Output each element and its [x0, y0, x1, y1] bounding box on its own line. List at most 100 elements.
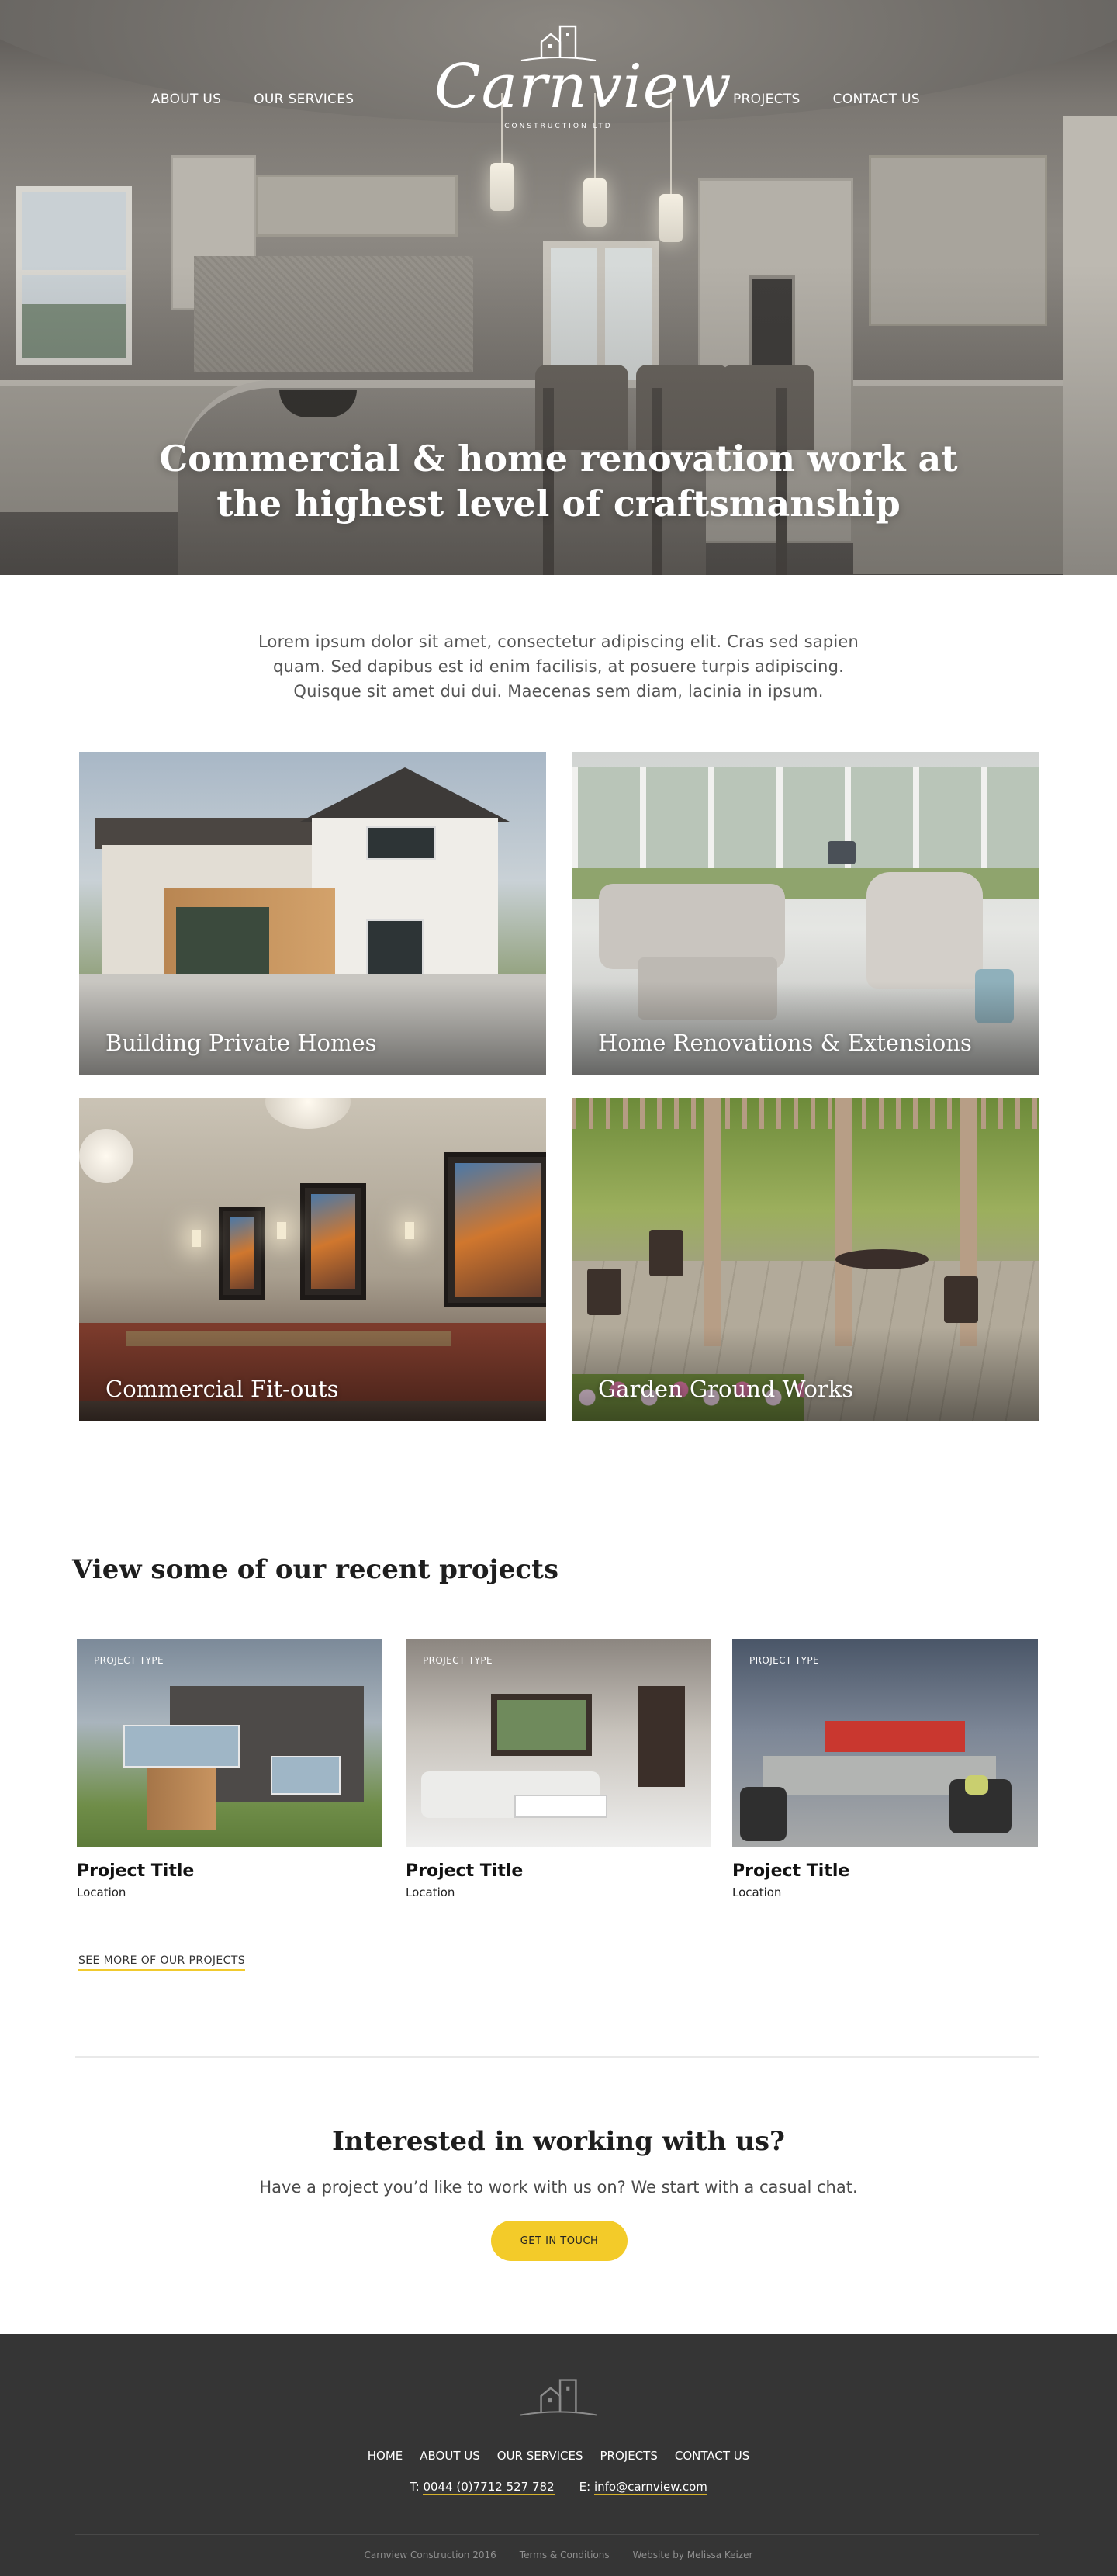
lounge-chair: [740, 1787, 787, 1841]
footer-nav-contact-us[interactable]: CONTACT US: [675, 2449, 749, 2463]
tv-unit: [638, 1686, 685, 1787]
window: [271, 1756, 341, 1795]
hero-section: ABOUT US OUR SERVICES Carnview CONSTRUCT…: [0, 0, 1117, 575]
nav-contact-us[interactable]: CONTACT US: [833, 92, 920, 107]
service-card-private-homes[interactable]: Building Private Homes: [79, 752, 546, 1075]
project-location: Location: [77, 1885, 126, 1899]
project-type: PROJECT TYPE: [94, 1655, 164, 1666]
project-location: Location: [732, 1885, 782, 1899]
painting: [444, 1152, 546, 1307]
pergola-post: [704, 1098, 721, 1346]
wall-lamp: [192, 1230, 201, 1247]
house-roof: [300, 767, 510, 822]
footer-email-item: E: info@carnview.com: [579, 2480, 707, 2495]
house-roof: [95, 818, 320, 849]
site-logo[interactable]: Carnview CONSTRUCTION LTD: [434, 23, 732, 155]
painting: [219, 1207, 265, 1300]
wall-lamp: [277, 1222, 286, 1239]
footer-legal: Carnview Construction 2016 Terms & Condi…: [0, 2550, 1117, 2560]
projects-heading: View some of our recent projects: [72, 1554, 558, 1585]
red-counter: [825, 1721, 965, 1752]
house-window: [366, 826, 436, 860]
footer-nav-projects[interactable]: PROJECTS: [600, 2449, 658, 2463]
page: ABOUT US OUR SERVICES Carnview CONSTRUCT…: [0, 0, 1117, 2576]
logo-wordmark: Carnview: [434, 52, 732, 122]
phone-prefix: T:: [410, 2480, 420, 2494]
garden-chair: [587, 1269, 621, 1315]
footer-terms-link[interactable]: Terms & Conditions: [520, 2550, 610, 2560]
cta-subtitle: Have a project you’d like to work with u…: [259, 2178, 858, 2197]
pendant-light: [583, 178, 607, 227]
painting: [300, 1183, 366, 1300]
hero-title-line2: the highest level of craftsmanship: [216, 483, 901, 525]
glass-balcony: [123, 1725, 240, 1768]
garden-chair: [649, 1230, 683, 1276]
footer-divider: [75, 2534, 1039, 2535]
card-fade: [572, 982, 1039, 1075]
service-label: Garden Ground Works: [598, 1376, 854, 1402]
service-label: Building Private Homes: [105, 1030, 377, 1056]
hero-cabinet: [256, 175, 458, 237]
house-outline-icon: [520, 2379, 597, 2416]
card-fade: [572, 1328, 1039, 1421]
email-prefix: E:: [579, 2480, 591, 2494]
main-nav-left: ABOUT US OUR SERVICES: [151, 92, 354, 107]
service-card-commercial[interactable]: Commercial Fit-outs: [79, 1098, 546, 1421]
hero-title-line1: Commercial & home renovation work at: [159, 438, 958, 480]
footer-phone-item: T: 0044 (0)7712 527 782: [410, 2480, 555, 2495]
section-divider: [75, 2056, 1039, 2058]
garden-chair: [944, 1276, 978, 1323]
pendant-light: [659, 194, 683, 242]
service-card-garden[interactable]: Garden Ground Works: [572, 1098, 1039, 1421]
armchair: [866, 872, 983, 989]
project-image: PROJECT TYPE: [406, 1639, 711, 1847]
window: [491, 1694, 592, 1756]
timber-cladding: [147, 1768, 216, 1830]
sofa: [599, 884, 785, 969]
pergola-post: [835, 1098, 852, 1346]
service-label: Home Renovations & Extensions: [598, 1030, 972, 1056]
footer-contact: T: 0044 (0)7712 527 782 E: info@carnview…: [0, 2480, 1117, 2495]
logo-tagline: CONSTRUCTION LTD: [504, 123, 613, 130]
garden-table: [835, 1249, 929, 1269]
glass-doors: [176, 907, 269, 985]
project-location: Location: [406, 1885, 455, 1899]
footer-copyright: Carnview Construction 2016: [364, 2550, 496, 2560]
coffee-table: [514, 1795, 607, 1818]
services-grid: Building Private Homes Home Renovations …: [0, 752, 1117, 1421]
project-card[interactable]: PROJECT TYPE Project Title Location: [77, 1639, 382, 1899]
footer-nav-home[interactable]: HOME: [368, 2449, 403, 2463]
hero-shade: [0, 265, 1117, 575]
footer-nav-our-services[interactable]: OUR SERVICES: [497, 2449, 583, 2463]
see-more-projects-link[interactable]: SEE MORE OF OUR PROJECTS: [78, 1955, 246, 1971]
main-nav-right: PROJECTS CONTACT US: [733, 92, 920, 107]
footer-email-link[interactable]: info@carnview.com: [593, 2480, 707, 2495]
footer-phone-link[interactable]: 0044 (0)7712 527 782: [423, 2480, 555, 2495]
footer-credit-link[interactable]: Website by Melissa Keizer: [633, 2550, 753, 2560]
project-title: Project Title: [732, 1861, 850, 1881]
footer-nav: HOME ABOUT US OUR SERVICES PROJECTS CONT…: [0, 2449, 1117, 2463]
get-in-touch-button[interactable]: GET IN TOUCH: [491, 2221, 628, 2261]
cta-title: Interested in working with us?: [332, 2126, 785, 2157]
service-card-renovations[interactable]: Home Renovations & Extensions: [572, 752, 1039, 1075]
project-image: PROJECT TYPE: [77, 1639, 382, 1847]
project-card[interactable]: PROJECT TYPE Project Title Location: [732, 1639, 1038, 1899]
service-label: Commercial Fit-outs: [105, 1376, 339, 1402]
project-title: Project Title: [406, 1861, 524, 1881]
site-footer: HOME ABOUT US OUR SERVICES PROJECTS CONT…: [0, 2334, 1117, 2576]
pendant-light: [490, 163, 514, 211]
chandelier: [265, 1098, 351, 1129]
cushion: [965, 1775, 988, 1795]
project-card[interactable]: PROJECT TYPE Project Title Location: [406, 1639, 711, 1899]
intro-text: Lorem ipsum dolor sit amet, consectetur …: [258, 632, 859, 701]
wall-lamp: [405, 1222, 414, 1239]
project-type: PROJECT TYPE: [749, 1655, 819, 1666]
nav-projects[interactable]: PROJECTS: [733, 92, 801, 107]
footer-nav-about-us[interactable]: ABOUT US: [420, 2449, 480, 2463]
project-title: Project Title: [77, 1861, 195, 1881]
project-type: PROJECT TYPE: [423, 1655, 493, 1666]
card-fade: [79, 1328, 546, 1421]
nav-about-us[interactable]: ABOUT US: [151, 92, 221, 107]
nav-our-services[interactable]: OUR SERVICES: [254, 92, 354, 107]
table-lamp: [828, 841, 856, 864]
